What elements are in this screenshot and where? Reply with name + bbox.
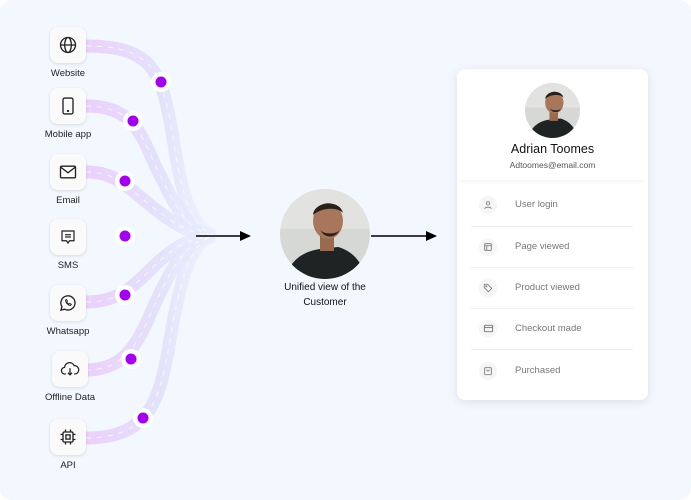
user-icon [484, 200, 492, 209]
source-label: API [60, 460, 76, 471]
source-offline-data[interactable]: Offline Data [30, 351, 110, 403]
arrow-to-profile [371, 231, 437, 241]
avatar [525, 83, 580, 138]
diagram-canvas: Website Mobile app Email SMS Whatsapp Of… [0, 0, 691, 500]
source-sms[interactable]: SMS [28, 219, 108, 271]
source-label: Mobile app [44, 129, 92, 140]
profile-header: Adrian Toomes Adtoomes@email.com [457, 69, 648, 180]
message-icon [61, 230, 75, 245]
whatsapp-icon [59, 295, 76, 312]
event-label: User login [515, 199, 558, 210]
chip-icon [60, 429, 76, 445]
card-icon [483, 324, 493, 333]
cloud-download-icon [60, 362, 80, 376]
source-label: Offline Data [45, 392, 95, 403]
event-label: Purchased [515, 365, 561, 376]
source-api[interactable]: API [28, 419, 108, 471]
source-whatsapp[interactable]: Whatsapp [28, 285, 108, 337]
event-product-viewed[interactable]: Product viewed [471, 267, 633, 308]
source-label: Website [50, 68, 86, 79]
event-label: Product viewed [515, 282, 580, 293]
event-user-login[interactable]: User login [471, 184, 633, 225]
event-checkout-made[interactable]: Checkout made [471, 308, 633, 349]
mobile-icon [62, 97, 74, 115]
profile-name: Adrian Toomes [510, 142, 595, 156]
event-label: Page viewed [515, 241, 570, 252]
source-mobile-app[interactable]: Mobile app [28, 88, 108, 140]
source-email[interactable]: Email [28, 154, 108, 206]
profile-card: Adrian Toomes Adtoomes@email.com User lo… [457, 69, 648, 400]
profile-email: Adtoomes@email.com [509, 160, 596, 170]
event-label: Checkout made [515, 323, 582, 334]
center-label: Unified view of the Customer [284, 282, 366, 308]
globe-icon [59, 36, 77, 54]
bag-icon [484, 366, 492, 375]
customer-photo [280, 189, 370, 279]
mail-icon [59, 165, 77, 179]
event-page-viewed[interactable]: Page viewed [471, 226, 633, 267]
source-website[interactable]: Website [28, 27, 108, 79]
tag-icon [483, 283, 493, 292]
event-purchased[interactable]: Purchased [471, 350, 633, 391]
source-label: SMS [57, 260, 79, 271]
layout-icon [484, 242, 492, 251]
source-label: Email [56, 195, 80, 206]
source-label: Whatsapp [46, 326, 90, 337]
